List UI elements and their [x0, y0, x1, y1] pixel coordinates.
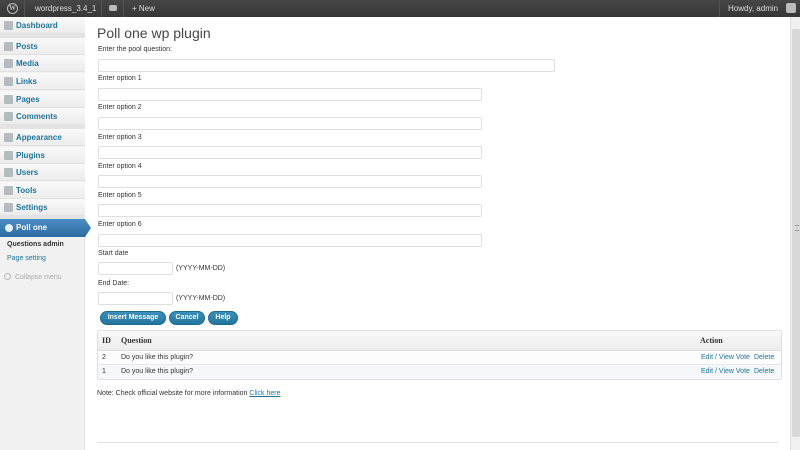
howdy-text: Howdy, admin	[728, 4, 779, 13]
pages-icon	[4, 95, 13, 104]
menu-label: Media	[16, 59, 39, 68]
users-icon	[4, 168, 13, 177]
end-date-label: End Date:	[98, 280, 130, 287]
menu-users[interactable]: Users	[0, 164, 85, 181]
option-2-input[interactable]	[98, 117, 482, 130]
option-6-input[interactable]	[98, 234, 482, 247]
menu-label: Plugins	[16, 151, 45, 160]
collapse-icon	[4, 273, 11, 280]
menu-label: Links	[16, 77, 37, 86]
posts-icon	[4, 42, 13, 51]
site-name-link[interactable]: wordpress_3.4_1	[26, 0, 102, 17]
menu-label: Posts	[16, 42, 38, 51]
settings-icon	[4, 203, 13, 212]
table-row: 1 Do you like this plugin? Edit / View V…	[98, 365, 781, 379]
edit-view-vote-link[interactable]: Edit / View Vote	[701, 351, 750, 365]
click-here-link[interactable]: Click here	[249, 390, 280, 397]
option-5-input[interactable]	[98, 204, 482, 217]
wordpress-logo-menu[interactable]: W	[0, 0, 25, 17]
comments-menu[interactable]	[103, 0, 124, 17]
end-date-input[interactable]	[98, 292, 173, 305]
delete-link[interactable]: Delete	[754, 365, 774, 379]
dashboard-icon	[4, 21, 13, 30]
menu-links[interactable]: Links	[0, 73, 85, 90]
menu-label: Tools	[16, 186, 37, 195]
menu-label: Users	[16, 168, 39, 177]
menu-label: Dashboard	[16, 21, 58, 30]
menu-dashboard[interactable]: Dashboard	[0, 17, 85, 34]
footer-divider	[97, 442, 778, 443]
option-3-input[interactable]	[98, 146, 482, 159]
column-header-action: Action	[700, 336, 723, 345]
column-header-question: Question	[121, 336, 152, 345]
links-icon	[4, 77, 13, 86]
appearance-icon	[4, 133, 13, 142]
column-header-id: ID	[102, 336, 111, 345]
table-header: ID Question Action	[98, 331, 781, 351]
menu-label: Comments	[16, 112, 58, 121]
row-id: 1	[102, 368, 106, 375]
delete-link[interactable]: Delete	[754, 351, 774, 365]
menu-tools[interactable]: Tools	[0, 182, 85, 199]
menu-media[interactable]: Media	[0, 55, 85, 72]
page-title: Poll one wp plugin	[97, 25, 211, 41]
menu-appearance[interactable]: Appearance	[0, 129, 85, 146]
note-text: Note: Check official website for more in…	[97, 390, 248, 397]
tools-icon	[4, 186, 13, 195]
account-menu[interactable]: Howdy, admin	[719, 0, 800, 17]
question-input[interactable]	[98, 59, 555, 72]
row-question: Do you like this plugin?	[121, 354, 193, 361]
menu-posts[interactable]: Posts	[0, 38, 85, 55]
start-date-input[interactable]	[98, 262, 173, 275]
collapse-label: Collapse menu	[15, 274, 62, 281]
menu-poll-one[interactable]: Poll one	[0, 219, 91, 237]
menu-label: Poll one	[16, 223, 48, 232]
submenu-questions-admin[interactable]: Questions admin	[0, 240, 85, 250]
question-label: Enter the pool question:	[98, 46, 172, 53]
option-3-label: Enter option 3	[98, 134, 142, 141]
option-1-input[interactable]	[98, 88, 482, 101]
menu-label: Appearance	[16, 133, 62, 142]
option-5-label: Enter option 5	[98, 192, 142, 199]
help-button[interactable]: Help	[208, 311, 238, 325]
poll-icon	[5, 224, 13, 232]
option-4-label: Enter option 4	[98, 163, 142, 170]
avatar-icon	[786, 3, 796, 13]
menu-label: Pages	[16, 95, 40, 104]
media-icon	[4, 59, 13, 68]
option-4-input[interactable]	[98, 175, 482, 188]
option-6-label: Enter option 6	[98, 221, 142, 228]
comment-bubble-icon	[109, 5, 117, 11]
menu-settings[interactable]: Settings	[0, 199, 85, 216]
row-id: 2	[102, 354, 106, 361]
start-date-label: Start date	[98, 250, 129, 257]
admin-bar: W wordpress_3.4_1 + New Howdy, admin	[0, 0, 800, 17]
insert-message-button[interactable]: Insert Message	[100, 311, 166, 325]
comments-icon	[4, 112, 13, 121]
wordpress-logo-icon: W	[7, 3, 18, 14]
scrollbar-grip-icon	[795, 225, 799, 231]
plugins-icon	[4, 151, 13, 160]
submenu-page-setting[interactable]: Page setting	[0, 254, 85, 264]
new-content-menu[interactable]: + New	[126, 0, 161, 17]
info-note: Note: Check official website for more in…	[97, 390, 281, 397]
scrollbar-thumb[interactable]	[792, 29, 800, 437]
end-date-format-hint: (YYYY-MM-DD)	[176, 295, 226, 302]
table-row: 2 Do you like this plugin? Edit / View V…	[98, 351, 781, 365]
menu-pages[interactable]: Pages	[0, 91, 85, 108]
option-1-label: Enter option 1	[98, 75, 142, 82]
collapse-menu-button[interactable]: Collapse menu	[4, 273, 62, 282]
cancel-button[interactable]: Cancel	[169, 311, 205, 325]
questions-table: ID Question Action 2 Do you like this pl…	[97, 330, 782, 380]
menu-comments[interactable]: Comments	[0, 108, 85, 125]
option-2-label: Enter option 2	[98, 104, 142, 111]
edit-view-vote-link[interactable]: Edit / View Vote	[701, 365, 750, 379]
row-question: Do you like this plugin?	[121, 368, 193, 375]
vertical-scrollbar[interactable]	[790, 17, 800, 450]
start-date-format-hint: (YYYY-MM-DD)	[176, 265, 226, 272]
menu-plugins[interactable]: Plugins	[0, 147, 85, 164]
menu-label: Settings	[16, 203, 48, 212]
